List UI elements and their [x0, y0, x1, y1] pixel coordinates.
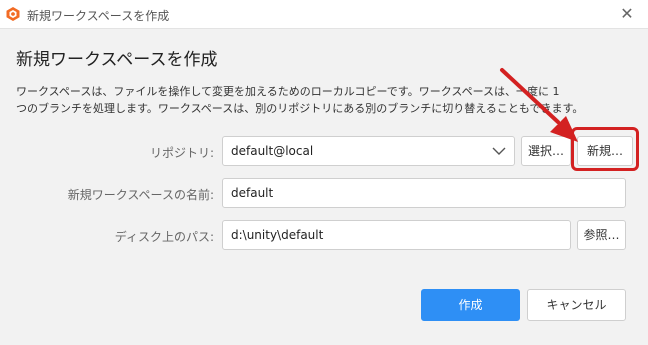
repository-label: リポジトリ:	[149, 146, 214, 160]
workspace-name-input[interactable]: default	[222, 178, 626, 208]
disk-path-label: ディスク上のパス:	[114, 230, 214, 244]
repository-value: default@local	[231, 144, 314, 158]
cancel-button[interactable]: キャンセル	[527, 289, 626, 321]
annotation-arrow-icon	[500, 68, 578, 142]
disk-path-input[interactable]: d:\unity\default	[222, 220, 571, 250]
description-line-2: つのブランチを処理します。ワークスペースは、別のリポジトリにある別のブランチに切…	[16, 102, 584, 115]
window-title: 新規ワークスペースを作成	[27, 9, 170, 23]
description-line-1: ワークスペースは、ファイルを操作して変更を加えるためのローカルコピーです。ワーク…	[16, 85, 560, 98]
dialog-heading: 新規ワークスペースを作成	[16, 50, 218, 70]
browse-button[interactable]: 参照…	[577, 220, 626, 250]
dialog-description: ワークスペースは、ファイルを操作して変更を加えるためのローカルコピーです。ワーク…	[16, 83, 584, 117]
repository-select[interactable]: default@local	[222, 136, 515, 166]
workspace-name-label: 新規ワークスペースの名前:	[67, 188, 214, 202]
close-icon[interactable]: ✕	[618, 5, 636, 23]
plastic-scm-icon	[6, 7, 20, 21]
create-button[interactable]: 作成	[421, 289, 520, 321]
title-bar: 新規ワークスペースを作成 ✕	[0, 0, 648, 29]
